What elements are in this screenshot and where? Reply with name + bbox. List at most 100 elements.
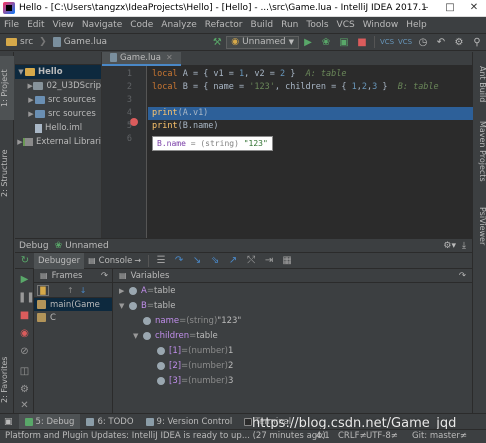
frame-down-icon[interactable]: ↓	[80, 286, 87, 295]
tree-item-02-u3dscript[interactable]: ▶ 02_U3DScrip	[15, 79, 101, 93]
step-into-icon[interactable]: ↘	[190, 254, 204, 268]
variable-icon	[129, 301, 137, 310]
coverage-icon[interactable]: ▣	[337, 35, 351, 49]
build-hammer-icon[interactable]: ⚒	[210, 35, 224, 49]
run-to-cursor-icon[interactable]: ⇥	[262, 254, 276, 268]
expand-arrow-icon[interactable]: ▼	[133, 332, 143, 340]
code-token-fn: print	[152, 121, 178, 131]
tree-item-src-1[interactable]: ▶ src sources	[15, 93, 101, 107]
show-execution-point-icon[interactable]: ☰	[154, 254, 168, 268]
editor-gutter[interactable]: 1 2 3 4 5 6	[102, 66, 147, 238]
close-icon[interactable]: ✕	[18, 399, 31, 412]
maximize-button[interactable]: □	[438, 0, 462, 17]
frame-row-main[interactable]: main(Game	[34, 298, 112, 311]
code-line-2[interactable]: local B = { name = '123', children = { 1…	[148, 81, 473, 94]
stop-icon[interactable]: ■	[355, 35, 369, 49]
menu-help[interactable]: Help	[402, 20, 431, 30]
rerun-icon[interactable]: ↻	[18, 254, 32, 268]
file-encoding[interactable]: UTF-8≠	[366, 431, 398, 441]
line-separator[interactable]: CRLF≠	[338, 431, 367, 441]
menu-edit[interactable]: Edit	[23, 20, 48, 30]
editor-tab-game-lua[interactable]: Game.lua ✕	[102, 51, 181, 66]
breadcrumb-src[interactable]: src	[0, 37, 39, 47]
expand-arrow-icon[interactable]: ▼	[119, 302, 129, 310]
minimize-button[interactable]: –	[414, 0, 438, 17]
resume-icon[interactable]: ▶	[18, 273, 31, 286]
frame-row-c[interactable]: C	[34, 311, 112, 324]
frames-panel: ▤ Frames ↷ █ ↑ ↓ main(Game C	[34, 269, 113, 414]
caret-position[interactable]: 4:1	[316, 431, 330, 441]
stop-icon[interactable]: ■	[18, 309, 31, 322]
tab-debugger[interactable]: Debugger	[34, 252, 85, 269]
expand-arrow-icon[interactable]: ▶	[119, 287, 129, 295]
restore-layout-icon[interactable]: ◫	[18, 365, 31, 378]
tree-item-hello[interactable]: ▼ Hello	[15, 65, 101, 79]
menu-file[interactable]: File	[0, 20, 23, 30]
menu-navigate[interactable]: Navigate	[78, 20, 126, 30]
hide-panel-icon[interactable]: ⤓	[462, 241, 466, 251]
tree-item-hello-iml[interactable]: Hello.iml	[15, 121, 101, 135]
code-line-4-current[interactable]: print(A.v1)	[148, 107, 473, 120]
mute-breakpoints-icon[interactable]: ⊘	[18, 345, 31, 358]
tree-item-external-libraries[interactable]: ▶ External Librari	[15, 135, 101, 149]
menu-tools[interactable]: Tools	[302, 20, 332, 30]
tab-console[interactable]: ▤ Console →	[84, 253, 145, 269]
restore-panel-icon[interactable]: ↷	[101, 271, 108, 281]
drop-frame-icon[interactable]: ⤲	[244, 254, 258, 268]
project-tool-tab[interactable]: 1: Project	[0, 56, 14, 120]
variable-row[interactable]: [2] = (number) 2	[113, 358, 472, 373]
variable-row[interactable]: [3] = (number) 3	[113, 373, 472, 388]
step-over-icon[interactable]: ↷	[172, 254, 186, 268]
pause-icon[interactable]: ❚❚	[18, 291, 35, 304]
debug-bug-icon[interactable]: ❀	[319, 35, 333, 49]
variable-row[interactable]: name = (string) "123"	[113, 313, 472, 328]
evaluate-expression-icon[interactable]: ▦	[280, 254, 294, 268]
status-message[interactable]: Platform and Plugin Updates: IntelliJ ID…	[5, 431, 326, 441]
variable-row[interactable]: ▼ children = table	[113, 328, 472, 343]
code-line-5[interactable]: print(B.name)	[148, 120, 473, 133]
breadcrumb-file[interactable]: Game.lua	[47, 37, 113, 47]
menu-vcs[interactable]: VCS	[333, 20, 359, 30]
settings-icon[interactable]: ⚙	[18, 383, 31, 396]
settings-icon[interactable]: ⚙	[452, 35, 466, 49]
git-branch[interactable]: Git: master≠	[412, 431, 467, 441]
run-icon[interactable]: ▶	[301, 35, 315, 49]
tab-todo[interactable]: 6: TODO	[80, 414, 139, 430]
revert-icon[interactable]: ↶	[434, 35, 448, 49]
tab-version-control[interactable]: 9: Version Control	[140, 414, 239, 430]
maven-projects-tool-tab[interactable]: Maven Projects	[473, 114, 486, 188]
menu-run[interactable]: Run	[277, 20, 302, 30]
ant-build-tool-tab[interactable]: Ant Build	[473, 60, 486, 108]
search-icon[interactable]: ⚲	[470, 35, 484, 49]
close-tab-icon[interactable]: ✕	[166, 53, 173, 62]
frame-up-icon[interactable]: ↑	[67, 286, 74, 295]
close-button[interactable]: ✕	[462, 0, 486, 17]
menu-code[interactable]: Code	[126, 20, 157, 30]
menu-view[interactable]: View	[49, 20, 78, 30]
tree-item-src-2[interactable]: ▶ src sources	[15, 107, 101, 121]
vcs-commit-icon[interactable]: VCS	[398, 35, 412, 49]
variable-row[interactable]: [1] = (number) 1	[113, 343, 472, 358]
run-config-select[interactable]: ◉ Unnamed ▼	[226, 35, 299, 49]
history-icon[interactable]: ◷	[416, 35, 430, 49]
code-line-1[interactable]: local A = { v1 = 1, v2 = 2 } A: table	[148, 68, 473, 81]
menu-refactor[interactable]: Refactor	[201, 20, 247, 30]
menu-analyze[interactable]: Analyze	[157, 20, 200, 30]
view-breakpoints-icon[interactable]: ◉	[18, 327, 31, 340]
psiviewer-tool-tab[interactable]: PsiViewer	[473, 200, 486, 252]
step-out-icon[interactable]: ↗	[226, 254, 240, 268]
favorites-tool-tab[interactable]: 2: Favorites	[0, 348, 14, 412]
structure-tool-tab[interactable]: 2: Structure	[0, 138, 14, 208]
menu-window[interactable]: Window	[359, 20, 403, 30]
toggle-tool-windows-icon[interactable]: ▣	[0, 414, 19, 430]
gear-icon[interactable]: ⚙▾	[443, 241, 456, 251]
restore-panel-icon[interactable]: ↷	[459, 271, 466, 281]
code-line-3[interactable]	[148, 94, 473, 107]
tab-debug[interactable]: 5: Debug	[18, 413, 81, 430]
vcs-update-icon[interactable]: VCS	[380, 35, 394, 49]
force-step-into-icon[interactable]: ⇘	[208, 254, 222, 268]
variable-row[interactable]: ▼ B = table	[113, 298, 472, 313]
variable-row[interactable]: ▶ A = table	[113, 283, 472, 298]
menu-build[interactable]: Build	[247, 20, 278, 30]
thread-select[interactable]: █	[37, 284, 49, 296]
